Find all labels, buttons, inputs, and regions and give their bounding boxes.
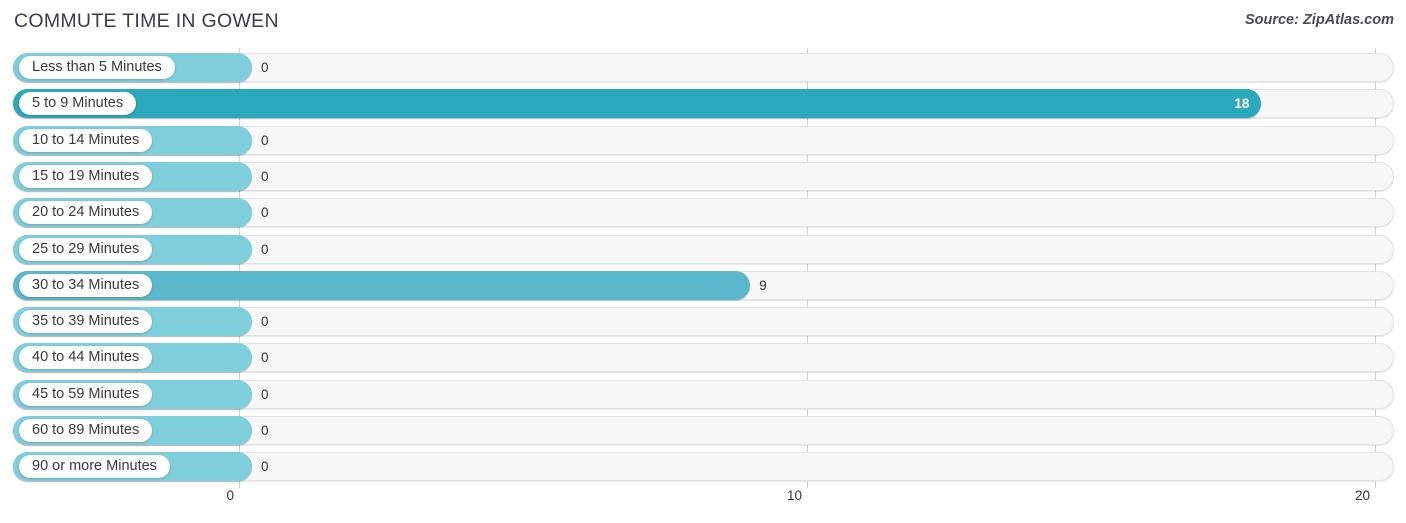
bar-category-label: 10 to 14 Minutes [19, 128, 153, 152]
bar-category-label: 35 to 39 Minutes [19, 310, 153, 334]
bar-value-label: 0 [261, 132, 269, 148]
bar-row[interactable]: 0 90 or more Minutes [13, 452, 1394, 482]
bar-category-label: 25 to 29 Minutes [19, 237, 153, 261]
bar-fill[interactable]: 18 [13, 89, 1262, 119]
page-title: COMMUTE TIME IN GOWEN [14, 10, 279, 32]
bar-category-label: 15 to 19 Minutes [19, 164, 153, 188]
bar-value-label: 0 [261, 459, 269, 475]
bar-row[interactable]: 0 40 to 44 Minutes [13, 343, 1394, 373]
bar-row[interactable]: 0 25 to 29 Minutes [13, 234, 1394, 264]
bar-category-label: 30 to 34 Minutes [19, 273, 153, 297]
bar-category-label: 45 to 59 Minutes [19, 382, 153, 406]
bar-row[interactable]: 0 10 to 14 Minutes [13, 125, 1394, 155]
bar-value-label: 0 [261, 386, 269, 402]
bar-value-label: 18 [1234, 96, 1250, 112]
bar-category-label: 90 or more Minutes [19, 455, 170, 479]
bar-value-label: 0 [261, 241, 269, 257]
bar-category-label: 60 to 89 Minutes [19, 419, 153, 442]
bar-value-label: 9 [759, 277, 767, 293]
x-tick-label: 20 [1354, 488, 1370, 503]
bar-value-label: 0 [261, 350, 269, 366]
bar-row[interactable]: 0 20 to 24 Minutes [13, 198, 1394, 228]
bar-row[interactable]: 9 30 to 34 Minutes [13, 270, 1394, 300]
source-attribution: Source: ZipAtlas.com [1244, 12, 1394, 28]
x-tick-label: 10 [786, 488, 802, 503]
chart-page: COMMUTE TIME IN GOWEN Source: ZipAtlas.c… [0, 0, 1406, 523]
bar-row[interactable]: 0 Less than 5 Minutes [13, 53, 1394, 82]
bar-row[interactable]: 0 35 to 39 Minutes [13, 307, 1394, 337]
bar-value-label: 0 [261, 423, 269, 438]
x-tick-label: 0 [226, 488, 234, 503]
bar-row[interactable]: 0 60 to 89 Minutes [13, 416, 1394, 445]
bar-category-label: 5 to 9 Minutes [19, 92, 137, 116]
bar-value-label: 0 [261, 205, 269, 221]
bar-category-label: 20 to 24 Minutes [19, 201, 153, 225]
bar-category-label: Less than 5 Minutes [19, 56, 175, 79]
plot-area: 0 Less than 5 Minutes 18 5 to 9 Minutes 0 10 … [0, 48, 1406, 488]
bar-category-label: 40 to 44 Minutes [19, 346, 153, 370]
bar-row[interactable]: 0 45 to 59 Minutes [13, 379, 1394, 409]
bar-value-label: 0 [261, 168, 269, 184]
bar-row[interactable]: 18 5 to 9 Minutes [13, 89, 1394, 119]
bar-value-label: 0 [261, 314, 269, 330]
bar-row[interactable]: 0 15 to 19 Minutes [13, 161, 1394, 191]
x-axis: 0 10 20 [0, 488, 1406, 518]
bar-value-label: 0 [261, 60, 269, 75]
